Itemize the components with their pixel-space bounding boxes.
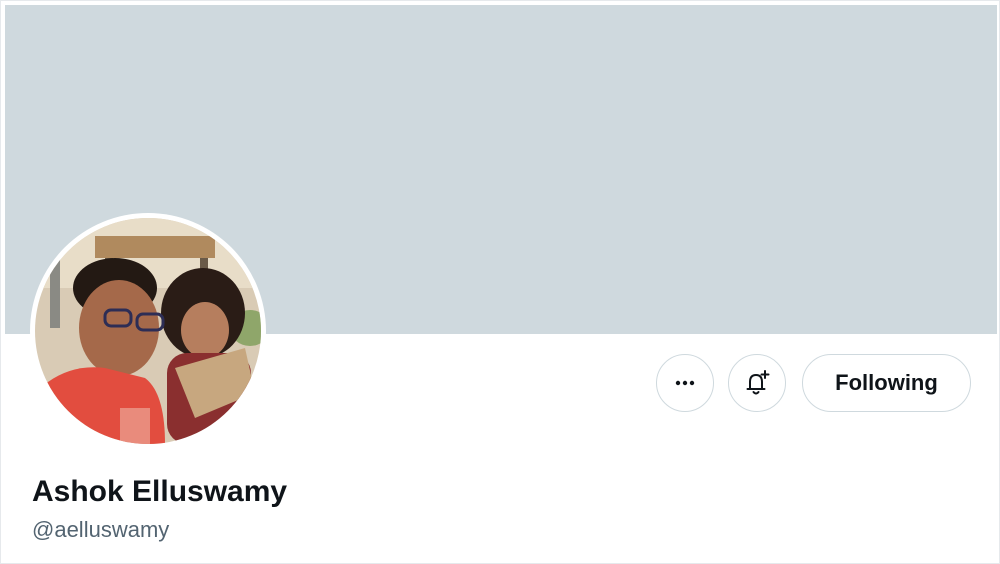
avatar-photo: [35, 218, 261, 444]
profile-header: Following Ashok Elluswamy @aelluswamy: [0, 0, 1000, 564]
notifications-button[interactable]: [728, 354, 786, 412]
bell-plus-icon: [746, 370, 770, 395]
user-handle: @aelluswamy: [32, 517, 170, 542]
following-button[interactable]: Following: [802, 354, 971, 412]
avatar-photo-illustration: [35, 218, 261, 444]
more-horizontal-icon: [675, 380, 695, 386]
more-options-button[interactable]: [656, 354, 714, 412]
profile-avatar[interactable]: [30, 213, 266, 449]
display-name: Ashok Elluswamy: [32, 475, 288, 508]
